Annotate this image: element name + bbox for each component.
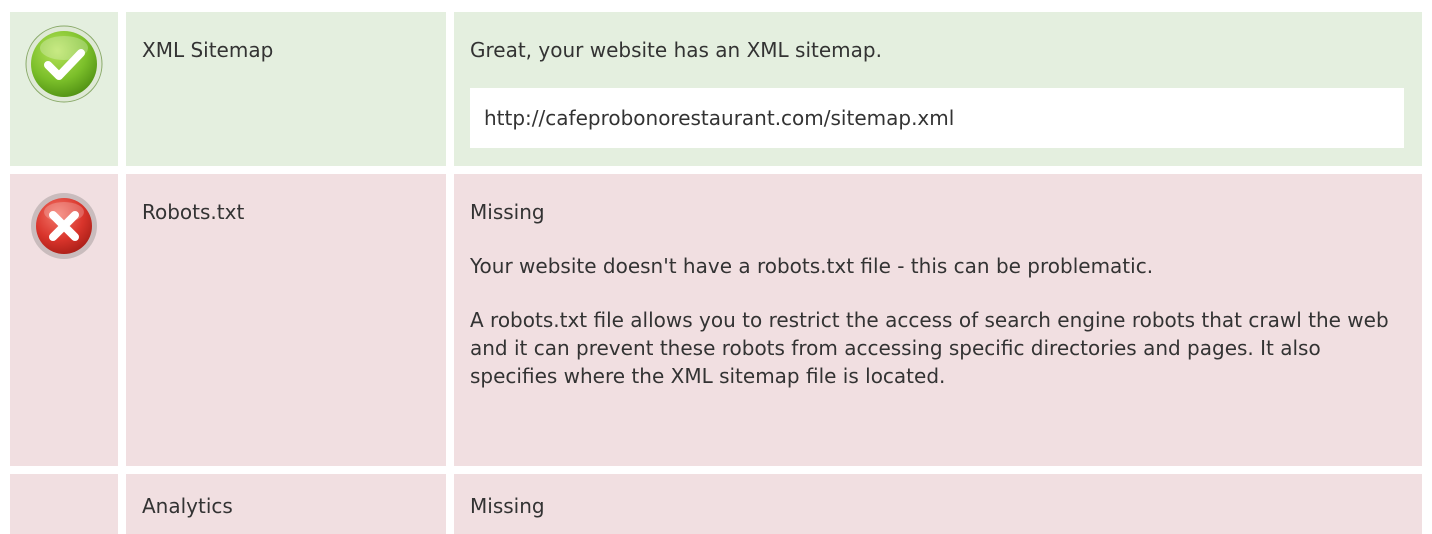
check-circle-icon xyxy=(25,25,103,103)
result-explanation: A robots.txt file allows you to restrict… xyxy=(470,308,1389,388)
result-message: Missing xyxy=(470,494,545,518)
status-cell xyxy=(10,474,118,534)
check-label: Robots.txt xyxy=(142,200,245,224)
status-cell xyxy=(10,12,118,166)
check-label-cell: XML Sitemap xyxy=(126,12,446,166)
status-cell xyxy=(10,174,118,466)
check-label: Analytics xyxy=(142,494,233,518)
result-row-analytics: Analytics Missing xyxy=(10,474,1422,534)
check-result-cell: Missing Your website doesn't have a robo… xyxy=(454,174,1422,466)
check-result-cell: Great, your website has an XML sitemap. … xyxy=(454,12,1422,166)
cross-circle-icon xyxy=(31,193,97,259)
result-message: Missing xyxy=(470,200,545,224)
result-row-xml-sitemap: XML Sitemap Great, your website has an X… xyxy=(10,12,1422,166)
check-label-cell: Analytics xyxy=(126,474,446,534)
result-message: Great, your website has an XML sitemap. xyxy=(470,38,882,62)
sitemap-url[interactable]: http://cafeprobonorestaurant.com/sitemap… xyxy=(470,88,1404,148)
result-row-robots-txt: Robots.txt Missing Your website doesn't … xyxy=(10,174,1422,466)
result-detail: Your website doesn't have a robots.txt f… xyxy=(470,254,1154,278)
check-result-cell: Missing xyxy=(454,474,1422,534)
check-label-cell: Robots.txt xyxy=(126,174,446,466)
check-label: XML Sitemap xyxy=(142,38,274,62)
